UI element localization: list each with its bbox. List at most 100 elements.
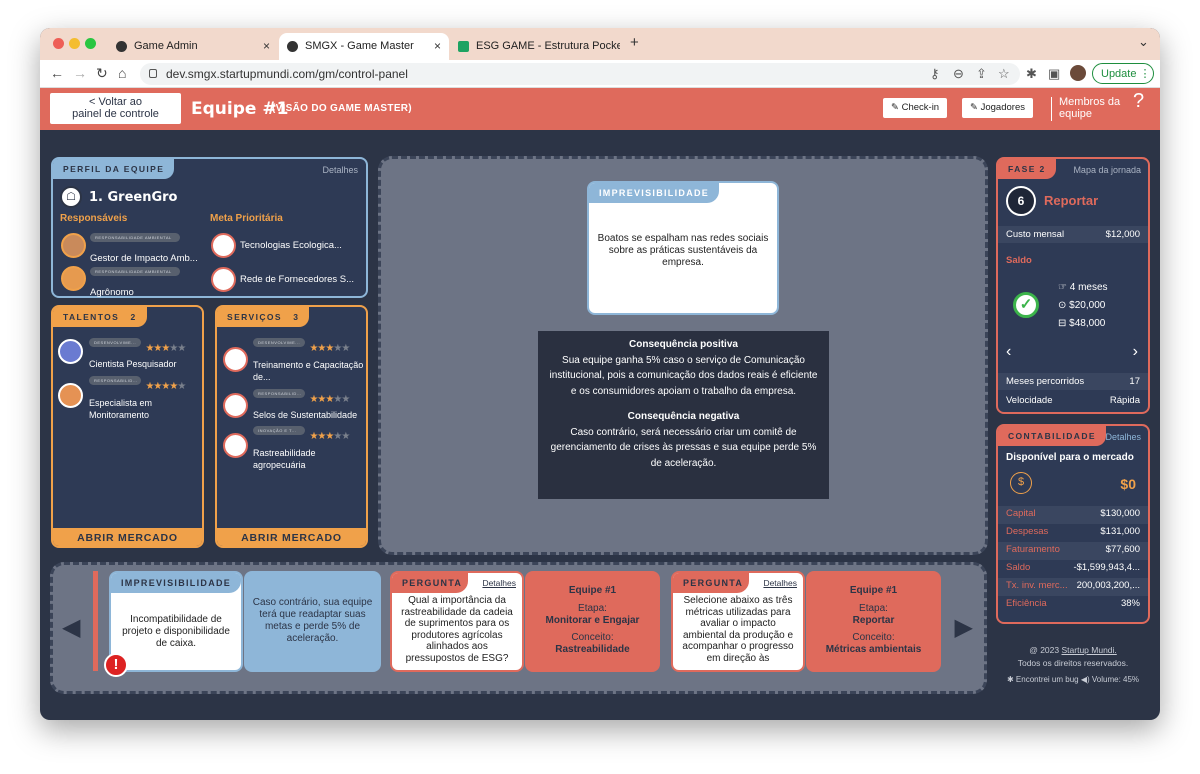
details-link[interactable]: Detalhes: [763, 578, 797, 588]
row-label: Eficiência: [1006, 598, 1047, 609]
details-link[interactable]: Detalhes: [482, 578, 516, 588]
v2-line: ⊟ $48,000: [1058, 318, 1105, 329]
footer: @ 2023 Startup Mundi. Todos os direitos …: [996, 644, 1150, 686]
accounting-panel: CONTABILIDADE Detalhes Disponível para o…: [996, 424, 1150, 624]
team-members-button[interactable]: Membros da equipe: [1059, 96, 1120, 120]
journey-map-link[interactable]: Mapa da jornada: [1073, 165, 1141, 175]
service-box-icon: [223, 393, 248, 418]
brand-link[interactable]: Startup Mundi.: [1062, 645, 1117, 655]
report-bug-link[interactable]: Encontrei um bug: [1016, 675, 1079, 684]
arrow-left-icon[interactable]: ◀: [62, 613, 80, 642]
question-text: Qual a importância da rastreabilidade da…: [401, 595, 513, 664]
months-line: ☞ 4 meses: [1058, 282, 1108, 293]
help-icon[interactable]: ?: [1133, 90, 1144, 113]
history-consequence-card[interactable]: Caso contrário, sua equipe terá que read…: [244, 571, 381, 672]
row-label: Despesas: [1006, 526, 1049, 537]
service-item[interactable]: INOVAÇÃO E T... ★★★★★ Rastreabilidade agr…: [253, 426, 365, 471]
answer-card[interactable]: Equipe #1 Etapa: Monitorar e Engajar Con…: [525, 571, 660, 672]
back-arrow-icon[interactable]: ←: [50, 65, 64, 81]
row-label: Saldo: [1006, 562, 1031, 573]
volume-control[interactable]: Volume: 45%: [1092, 675, 1139, 684]
extensions-icon[interactable]: ✱: [1026, 66, 1037, 82]
panel-tag: CONTABILIDADE: [998, 426, 1106, 446]
row-value: $77,600: [1105, 544, 1140, 555]
stage-label: Etapa:: [578, 603, 607, 614]
panel-tag: TALENTOS 2: [53, 307, 147, 327]
arrow-right-icon[interactable]: ▶: [955, 613, 973, 642]
category-pill: RESPONSABILIDADE AMBIENTAL: [90, 233, 180, 242]
members-label: Membros da: [1059, 96, 1121, 108]
chevron-right-icon[interactable]: ›: [1133, 343, 1138, 361]
tab-game-admin[interactable]: Game Admin ×: [108, 33, 278, 60]
share-icon[interactable]: ⇪: [976, 66, 987, 82]
phase-panel: FASE 2 Mapa da jornada 6 Reportar Custo …: [996, 157, 1150, 414]
update-button[interactable]: Update ⋮: [1092, 63, 1154, 84]
new-tab-icon[interactable]: +: [630, 34, 639, 51]
panel-tag: PERFIL DA EQUIPE: [53, 159, 175, 179]
minimize-window-icon[interactable]: [69, 38, 80, 49]
forward-arrow-icon[interactable]: →: [73, 65, 87, 81]
positive-title: Consequência positiva: [629, 339, 738, 350]
close-tab-icon[interactable]: ×: [263, 39, 270, 53]
rating-stars: ★★★★★: [145, 343, 186, 354]
profile-avatar[interactable]: [1070, 65, 1086, 81]
tab-list-icon[interactable]: ⌄: [1138, 34, 1149, 50]
close-window-icon[interactable]: [53, 38, 64, 49]
question-card[interactable]: PERGUNTA Detalhes Selecione abaixo as tr…: [671, 571, 805, 672]
row-label: Velocidade: [1006, 395, 1053, 406]
talent-name: Cientista Pesquisador: [89, 359, 177, 369]
team-label: Equipe #1: [568, 585, 617, 596]
answer-card[interactable]: Equipe #1 Etapa: Reportar Conceito: Métr…: [806, 571, 941, 672]
row-label: Meses percorridos: [1006, 376, 1085, 387]
value-1: $20,000: [1069, 300, 1106, 311]
card-text: Boatos se espalham nas redes sociais sob…: [597, 233, 769, 268]
service-item[interactable]: RESPONSABILID... ★★★★★ Selos de Sustentab…: [253, 389, 365, 420]
details-link[interactable]: Detalhes: [322, 165, 358, 175]
team-name: 1. GreenGro: [89, 190, 178, 205]
players-button[interactable]: ✎ Jogadores: [962, 98, 1033, 118]
back-to-control-panel-button[interactable]: < Voltar ao painel de controle: [50, 93, 181, 124]
bookmark-star-icon[interactable]: ☆: [998, 66, 1010, 82]
reload-icon[interactable]: ↻: [96, 65, 108, 82]
checkin-label: Check-in: [901, 102, 940, 113]
concept-label: Conceito:: [852, 632, 895, 643]
zoom-icon[interactable]: ⊖: [953, 66, 964, 82]
home-icon[interactable]: ⌂: [118, 65, 126, 81]
card-title: IMPREVISIBILIDADE: [589, 183, 720, 203]
open-market-button[interactable]: ABRIR MERCADO: [53, 528, 202, 546]
details-link[interactable]: Detalhes: [1105, 432, 1141, 442]
monthly-cost-row: Custo mensal $12,000: [998, 226, 1148, 243]
value-2: $48,000: [1069, 318, 1106, 329]
accounting-row: Saldo -$1,599,943,4...: [998, 560, 1148, 578]
key-icon[interactable]: ⚷: [930, 66, 940, 82]
question-card[interactable]: PERGUNTA Detalhes Qual a importância da …: [390, 571, 524, 672]
checkin-button[interactable]: ✎ Check-in: [883, 98, 948, 118]
tab-smgx-game-master[interactable]: SMGX - Game Master ×: [279, 33, 449, 60]
saldo-label: Saldo: [1006, 255, 1032, 266]
unpredictability-card[interactable]: IMPREVISIBILIDADE Boatos se espalham nas…: [587, 181, 779, 315]
goal-name: Rede de Fornecedores S...: [240, 274, 355, 285]
lightbulb-icon: [211, 267, 236, 292]
talent-item[interactable]: RESPONSABILID... ★★★★★ Especialista em Mo…: [89, 376, 199, 421]
v1-line: ⊙ $20,000: [1058, 300, 1105, 311]
url-field[interactable]: dev.smgx.startupmundi.com/gm/control-pan…: [140, 63, 1020, 85]
avatar: [61, 266, 86, 291]
talent-item[interactable]: DESENVOLVIME... ★★★★★ Cientista Pesquisad…: [89, 338, 186, 369]
accounting-row: Faturamento $77,600: [998, 542, 1148, 560]
open-market-button[interactable]: ABRIR MERCADO: [217, 528, 366, 546]
row-label: Tx. inv. merc...: [1006, 580, 1068, 591]
lock-icon: [149, 69, 157, 78]
page-subtitle: (VISÃO DO GAME MASTER): [272, 103, 412, 114]
history-event-card[interactable]: IMPREVISIBILIDADE Incompatibilidade de p…: [109, 571, 243, 672]
concept-value: Métricas ambientais: [825, 644, 922, 655]
chevron-left-icon[interactable]: ‹: [1006, 343, 1011, 361]
divider: [1051, 97, 1052, 121]
sidebar-icon[interactable]: ▣: [1048, 66, 1060, 82]
tab-esg-game[interactable]: ESG GAME - Estrutura Pocket: [450, 33, 620, 60]
maximize-window-icon[interactable]: [85, 38, 96, 49]
stage-value: Reportar: [852, 615, 895, 626]
row-label: Faturamento: [1006, 544, 1060, 555]
service-item[interactable]: DESENVOLVIME... ★★★★★ Treinamento e Capac…: [253, 338, 365, 383]
card-edge: [93, 571, 98, 671]
close-tab-icon[interactable]: ×: [434, 39, 441, 53]
